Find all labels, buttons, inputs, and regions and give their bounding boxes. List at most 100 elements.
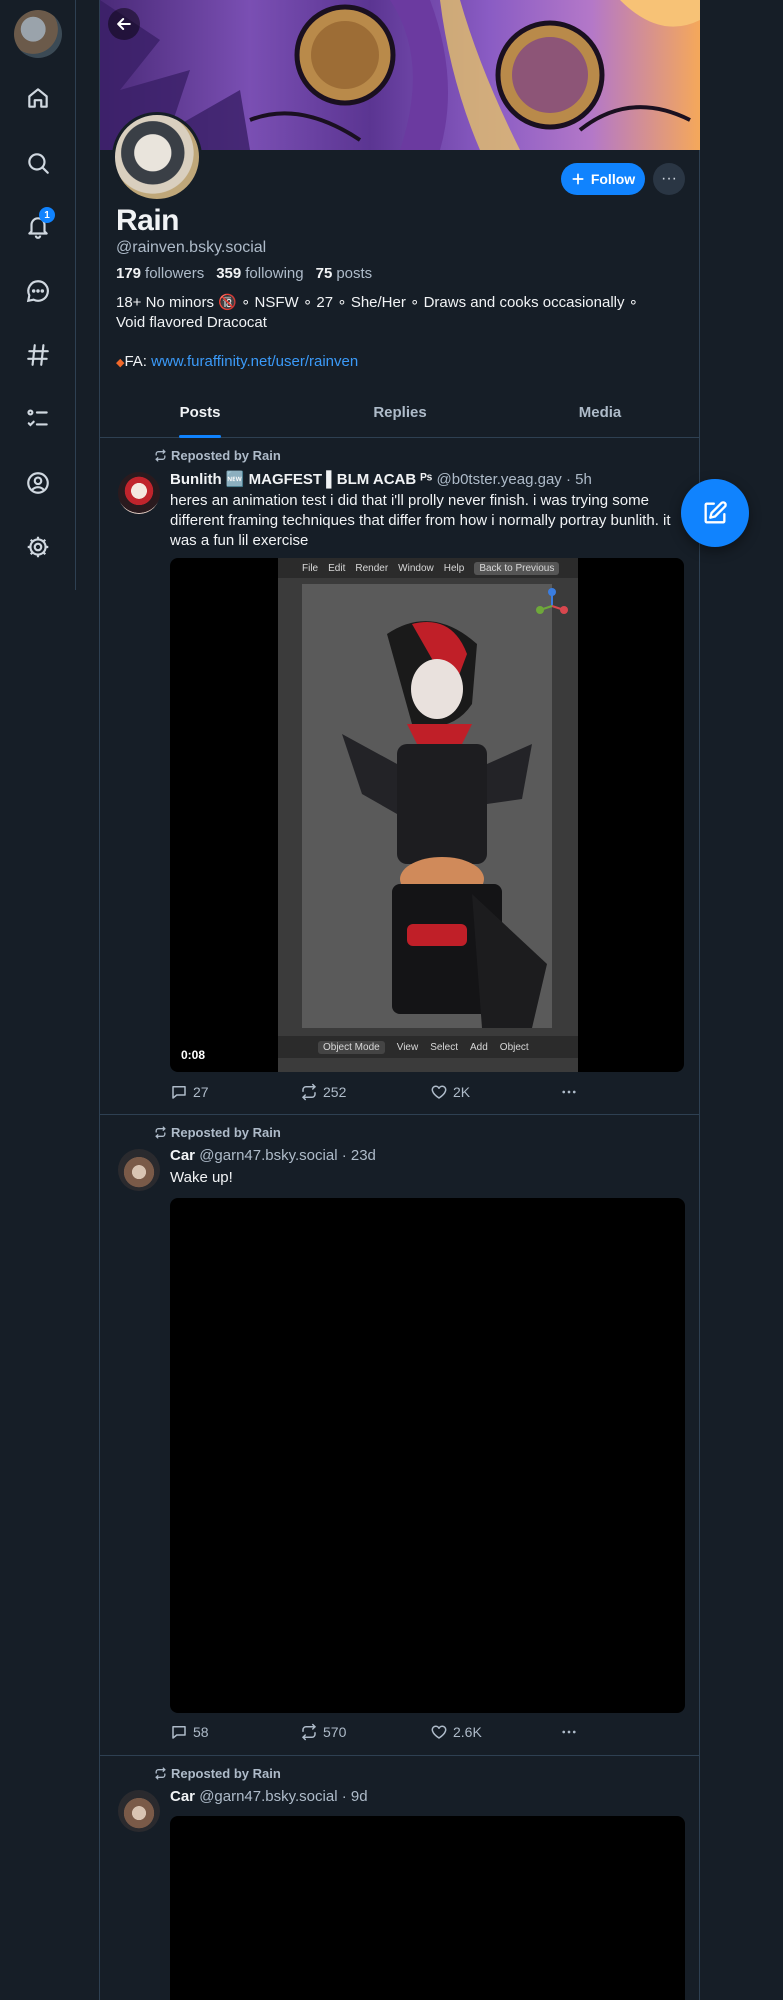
like-button[interactable]: 2.6K [430, 1723, 560, 1741]
tab-posts[interactable]: Posts [100, 392, 300, 437]
profile-avatar[interactable] [112, 112, 202, 202]
post-video[interactable] [170, 1816, 685, 2000]
repost-indicator: Reposted by Rain [154, 448, 281, 463]
post-header: Car @garn47.bsky.social · 9d [170, 1788, 368, 1805]
nav-search-button[interactable] [20, 145, 56, 181]
heart-icon [431, 1725, 447, 1739]
repost-indicator: Reposted by Rain [154, 1125, 281, 1140]
repost-count: 570 [323, 1724, 347, 1740]
display-name: Rain [116, 204, 180, 237]
back-button[interactable] [108, 8, 140, 40]
video-frame: File Edit Render Window Help Back to Previou… [278, 558, 578, 1072]
post-meta: @garn47.bsky.social · 23d [199, 1147, 376, 1164]
feed-post[interactable]: Reposted by Rain Car @garn47.bsky.social… [100, 1756, 700, 2000]
post-author-avatar[interactable] [118, 1790, 160, 1832]
profile-stats: 179 followers 359 following 75 posts [116, 265, 372, 282]
repost-icon [155, 1767, 166, 1780]
posts-stat: 75 posts [315, 265, 373, 282]
notification-badge: 1 [39, 207, 55, 223]
post-video[interactable] [170, 1198, 685, 1713]
nav-profile-button[interactable] [20, 465, 56, 501]
profile-more-button[interactable]: ··· [653, 163, 685, 195]
post-video[interactable]: File Edit Render Window Help Back to Previou… [170, 558, 684, 1072]
follow-label: Follow [590, 171, 636, 187]
ellipsis-icon [562, 1090, 576, 1094]
post-meta: @b0tster.yeag.gay · 5h [436, 471, 592, 488]
follow-button[interactable]: Follow [561, 163, 645, 195]
reply-button[interactable]: 27 [170, 1083, 300, 1101]
post-more-button[interactable] [560, 1723, 690, 1741]
video-timestamp: 0:08 [181, 1048, 206, 1062]
post-author-avatar[interactable] [118, 1149, 160, 1191]
repost-icon [155, 449, 166, 462]
repost-icon [155, 1126, 166, 1139]
post-more-button[interactable] [560, 1083, 690, 1101]
repost-indicator: Reposted by Rain [154, 1766, 281, 1781]
ellipsis-icon [562, 1730, 576, 1734]
like-button[interactable]: 2K [430, 1083, 560, 1101]
profile-bio: 18+ No minors 🔞 ∘ NSFW ∘ 27 ∘ She/Her ∘ … [116, 293, 686, 333]
bio-link-prefix: FA: [124, 353, 152, 370]
profile-tabs: Posts Replies Media [100, 392, 700, 438]
nav-notifications-button[interactable]: 1 [20, 207, 56, 245]
repost-icon [302, 1723, 316, 1741]
post-actions: 58 570 2.6K [170, 1723, 690, 1741]
list-icon [27, 409, 48, 427]
post-actions: 27 252 2K [170, 1083, 690, 1101]
post-text: heres an animation test i did that i'll … [170, 492, 671, 549]
chat-bubble-icon [26, 280, 49, 303]
heart-icon [431, 1085, 447, 1099]
post-author-name[interactable]: Car [170, 1147, 195, 1164]
home-icon [28, 88, 48, 108]
repost-button[interactable]: 570 [300, 1723, 430, 1741]
gear-icon [27, 536, 49, 558]
current-user-avatar[interactable] [14, 10, 62, 58]
blender-topbar: File Edit Render Window Help Back to Previou… [278, 558, 578, 578]
nav-feeds-button[interactable] [20, 337, 56, 373]
profile-handle: @rainven.bsky.social [116, 239, 267, 256]
post-text: Wake up! [170, 1169, 233, 1186]
repost-count: 252 [323, 1084, 347, 1100]
tab-media[interactable]: Media [500, 392, 700, 437]
feed-post[interactable]: Reposted by Rain Bunlith 🆕 MAGFEST ▌BLM … [100, 438, 700, 1115]
post-author-name[interactable]: Bunlith 🆕 MAGFEST ▌BLM ACAB ᴾˢ [170, 471, 432, 488]
profile-column: Follow ··· Rain @rainven.bsky.social 179… [99, 0, 700, 2000]
blender-viewport [302, 584, 552, 1028]
reply-count: 27 [193, 1084, 209, 1100]
reply-icon [172, 1726, 186, 1739]
nav-rail: 1 [0, 0, 76, 590]
reply-icon [172, 1086, 186, 1099]
feed-post[interactable]: Reposted by Rain Car @garn47.bsky.social… [100, 1115, 700, 1756]
nav-home-button[interactable] [20, 80, 56, 116]
bio-link-row: ◆FA: www.furaffinity.net/user/rainven [116, 353, 358, 370]
user-circle-icon [27, 472, 49, 494]
furaffinity-link[interactable]: www.furaffinity.net/user/rainven [151, 353, 358, 370]
blender-bottombar: Object Mode View Select Add Object [278, 1036, 578, 1058]
like-count: 2K [453, 1084, 471, 1100]
bio-line: 18+ No minors 🔞 ∘ NSFW ∘ 27 ∘ She/Her ∘ … [116, 294, 639, 311]
arrow-left-icon [117, 18, 131, 30]
search-icon [28, 153, 49, 174]
nav-settings-button[interactable] [20, 529, 56, 565]
post-author-name[interactable]: Car [170, 1788, 195, 1805]
tab-replies[interactable]: Replies [300, 392, 500, 437]
hashtag-icon [27, 344, 49, 366]
like-count: 2.6K [453, 1724, 482, 1740]
followers-stat[interactable]: 179 followers [116, 265, 204, 282]
post-author-avatar[interactable] [118, 472, 160, 514]
character-render [342, 621, 547, 1028]
nav-lists-button[interactable] [20, 401, 56, 437]
ellipsis-icon: ··· [661, 170, 677, 187]
post-header: Bunlith 🆕 MAGFEST ▌BLM ACAB ᴾˢ @b0tster.… [170, 470, 592, 488]
nav-chat-button[interactable] [20, 273, 56, 309]
post-meta: @garn47.bsky.social · 9d [199, 1788, 368, 1805]
compose-icon [704, 501, 727, 524]
repost-button[interactable]: 252 [300, 1083, 430, 1101]
bio-line: Void flavored Dracocat [116, 314, 267, 331]
following-stat[interactable]: 359 following [216, 265, 303, 282]
reply-button[interactable]: 58 [170, 1723, 300, 1741]
repost-icon [302, 1083, 316, 1101]
post-header: Car @garn47.bsky.social · 23d [170, 1147, 376, 1164]
compose-button[interactable] [681, 479, 749, 547]
viewport-gizmo [534, 588, 570, 624]
